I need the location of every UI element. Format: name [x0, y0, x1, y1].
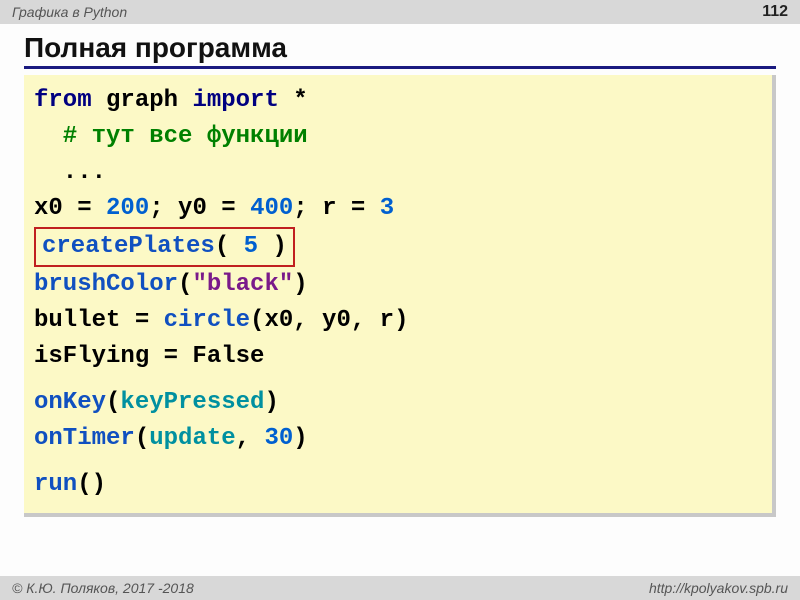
code-line: bullet = circle(x0, y0, r) [34, 303, 762, 339]
slide-header: Графика в Python 112 [0, 0, 800, 24]
code-block: from graph import * # тут все функции ..… [24, 75, 776, 517]
fn-onKey: onKey [34, 389, 106, 416]
spacer [34, 375, 762, 385]
code-line: onTimer(update, 30) [34, 421, 762, 457]
fn-circle: circle [164, 307, 250, 334]
spacer [34, 457, 762, 467]
code-line: from graph import * [34, 83, 762, 119]
code-line-highlighted: createPlates( 5 ) [34, 227, 762, 267]
code-line: ... [34, 155, 762, 191]
slide-title: Полная программа [24, 32, 776, 69]
topic-label: Графика в Python [12, 4, 127, 20]
code-comment: # тут все функции [34, 119, 762, 155]
copyright-label: © К.Ю. Поляков, 2017 -2018 [12, 580, 194, 596]
fn-onTimer: onTimer [34, 425, 135, 452]
keyword-from: from [34, 87, 92, 114]
arg-update: update [149, 425, 235, 452]
code-line: isFlying = False [34, 339, 762, 375]
footer-url: http://kpolyakov.spb.ru [649, 580, 788, 596]
code-line: onKey(keyPressed) [34, 385, 762, 421]
page-number: 112 [762, 3, 788, 21]
highlight-box: createPlates( 5 ) [34, 227, 295, 267]
fn-brushColor: brushColor [34, 271, 178, 298]
slide-content: Полная программа from graph import * # т… [0, 24, 800, 517]
code-line: x0 = 200; y0 = 400; r = 3 [34, 191, 762, 227]
keyword-import: import [192, 87, 278, 114]
code-line: brushColor("black") [34, 267, 762, 303]
fn-createPlates: createPlates [42, 233, 215, 260]
slide-footer: © К.Ю. Поляков, 2017 -2018 http://kpolya… [0, 576, 800, 600]
arg-keyPressed: keyPressed [120, 389, 264, 416]
code-line: run() [34, 467, 762, 503]
string-literal: "black" [192, 271, 293, 298]
fn-run: run [34, 471, 77, 498]
